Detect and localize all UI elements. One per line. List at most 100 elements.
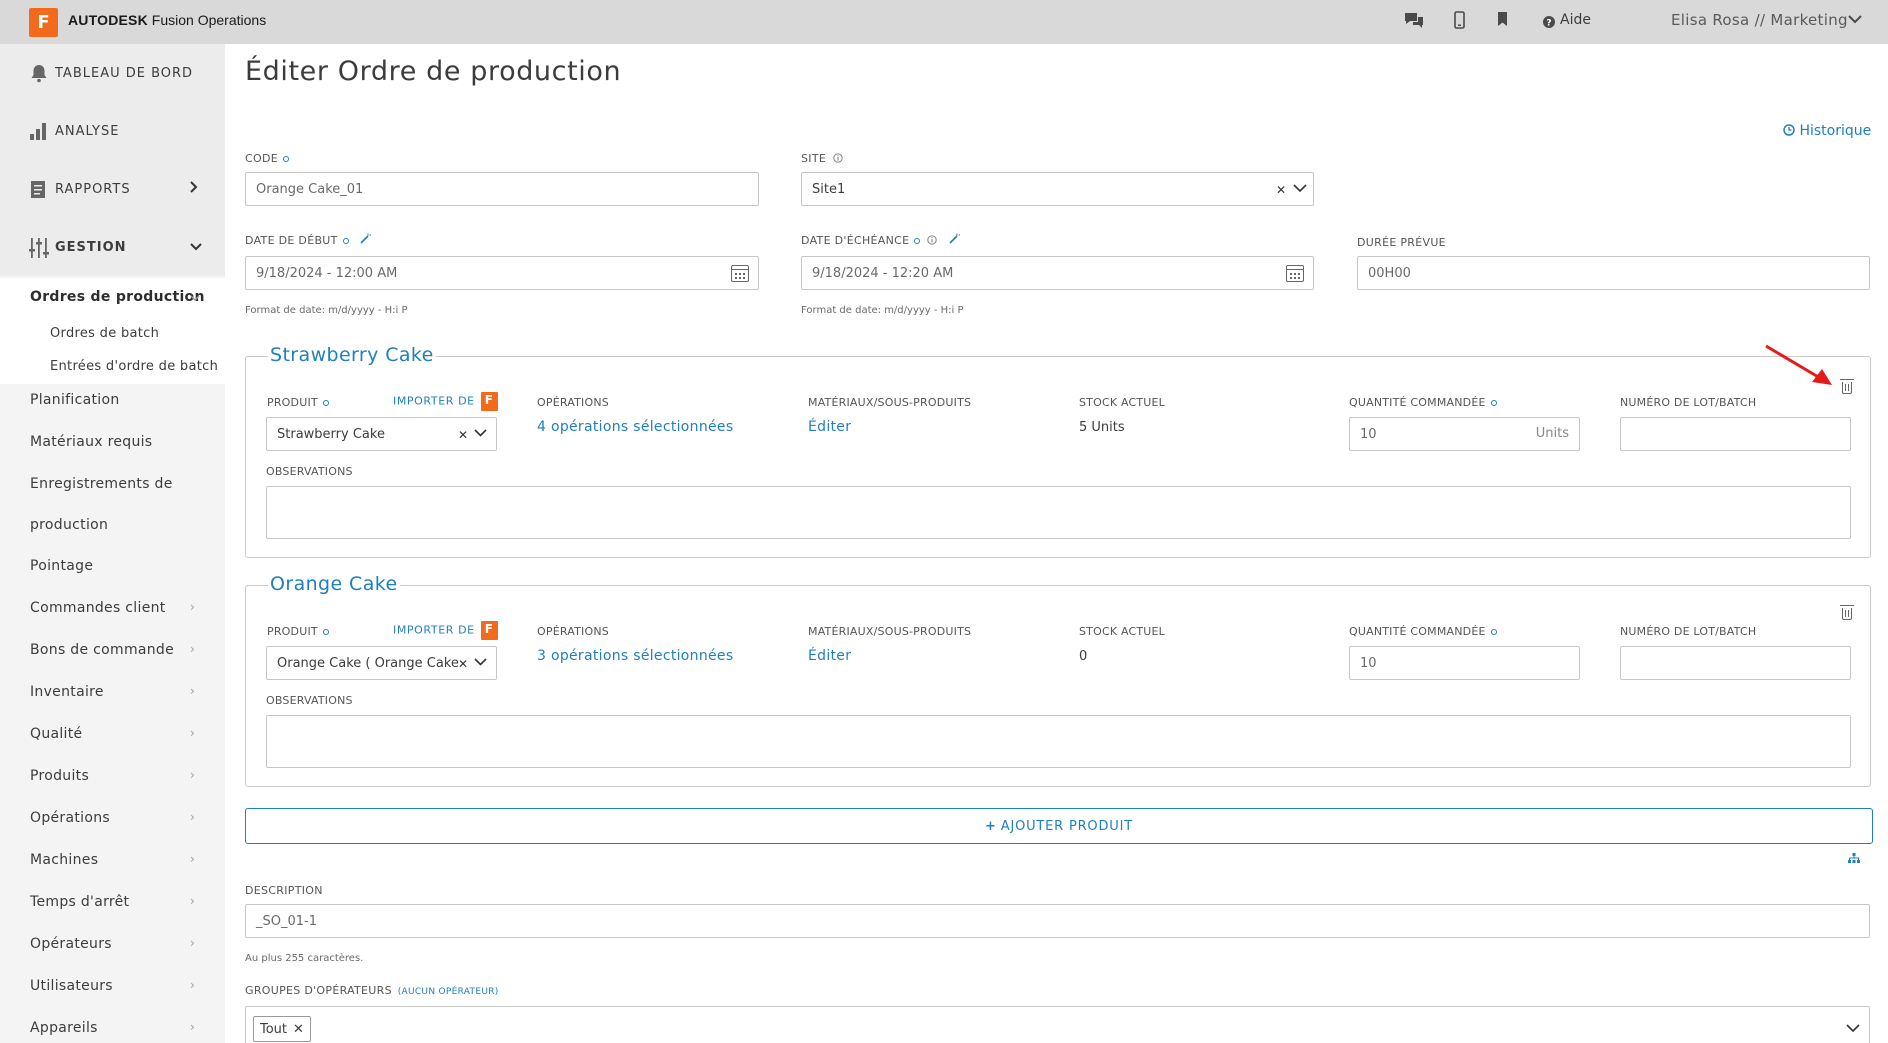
sidebar-item-operateurs[interactable]: Opérateurs ›	[30, 936, 225, 952]
materials-edit-link[interactable]: Éditer	[808, 648, 851, 664]
sidebar-subitem-ordres-batch[interactable]: Ordres de batch	[0, 318, 225, 351]
site-label: SITE	[801, 152, 843, 165]
sidebar-item-planification[interactable]: Planification	[30, 392, 120, 408]
sidebar-item-enregistrements-cont[interactable]: production	[30, 517, 108, 533]
fusion-logo[interactable]: F	[29, 8, 58, 37]
product-card: Strawberry Cake PRODUIT IMPORTER DE F Str…	[245, 344, 1871, 558]
start-date-input[interactable]: 9/18/2024 - 12:00 AM	[245, 256, 759, 290]
sidebar-item-materiaux[interactable]: Matériaux requis	[30, 434, 152, 450]
due-date-hint: Format de date: m/d/yyyy - H:i P	[801, 305, 964, 316]
chat-icon[interactable]	[1403, 11, 1425, 36]
clear-icon[interactable]: ✕	[1276, 183, 1286, 197]
sidebar-item-utilisateurs[interactable]: Utilisateurs ›	[30, 978, 225, 994]
code-label: CODE	[245, 152, 289, 165]
sidebar-item-appareils[interactable]: Appareils ›	[30, 1020, 225, 1036]
sidebar-subitem-entrees-batch[interactable]: Entrées d'ordre de batch	[0, 351, 225, 384]
materials-edit-link[interactable]: Éditer	[808, 419, 851, 435]
sidebar-item-machines[interactable]: Machines ›	[30, 852, 225, 868]
site-select[interactable]: Site1	[801, 172, 1314, 206]
add-product-button[interactable]: + AJOUTER PRODUIT	[245, 808, 1873, 844]
sidebar-item-temps-arret[interactable]: Temps d'arrêt ›	[30, 894, 225, 910]
no-operator-link[interactable]: (AUCUN OPÉRATEUR)	[398, 987, 499, 997]
quantity-input[interactable]: 10 Units	[1349, 417, 1580, 451]
chevron-right-icon: ›	[190, 600, 196, 614]
sidebar-item-pointage[interactable]: Pointage	[30, 558, 93, 574]
magic-wand-icon[interactable]	[360, 233, 372, 247]
required-icon	[322, 629, 329, 635]
lot-input[interactable]	[1620, 646, 1851, 680]
sidebar-item-commandes-client[interactable]: Commandes client ›	[30, 600, 225, 616]
tag-label: Tout	[260, 1021, 288, 1037]
product-card-title: Orange Cake	[268, 573, 400, 595]
chevron-down-icon[interactable]	[1848, 12, 1862, 28]
sidebar-section-gestion[interactable]: GESTION	[0, 218, 225, 276]
sidebar-section-analyse[interactable]: ANALYSE	[0, 102, 225, 160]
observations-textarea[interactable]	[266, 486, 1851, 539]
sidebar-item-inventaire[interactable]: Inventaire ›	[30, 684, 225, 700]
operations-link[interactable]: 4 opérations sélectionnées	[537, 419, 733, 435]
due-date-input[interactable]: 9/18/2024 - 12:20 AM	[801, 256, 1314, 290]
sidebar-item-label: Matériaux requis	[30, 434, 153, 450]
lot-input[interactable]	[1620, 417, 1851, 451]
sidebar-label-analyse: ANALYSE	[55, 123, 120, 139]
history-link[interactable]: Historique	[1783, 123, 1871, 139]
hierarchy-icon[interactable]	[1848, 852, 1860, 868]
help-icon[interactable]: ?	[1543, 13, 1555, 33]
chevron-down-icon[interactable]	[474, 656, 487, 671]
bell-icon	[29, 63, 49, 83]
brand-autodesk: AUTODESK	[68, 12, 148, 28]
sidebar-item-produits[interactable]: Produits ›	[30, 768, 225, 784]
chevron-down-icon[interactable]	[474, 427, 487, 442]
report-icon	[29, 179, 49, 199]
help-link[interactable]: Aide	[1560, 12, 1591, 28]
stock-value: 5 Units	[1079, 420, 1125, 435]
sidebar-section-dashboard[interactable]: TABLEAU DE BORD	[0, 44, 225, 102]
quantity-value: 10	[1360, 426, 1377, 442]
chevron-right-icon: ›	[190, 936, 196, 950]
sidebar-item-ordres-production[interactable]: Ordres de production	[0, 278, 225, 318]
sidebar-section-rapports[interactable]: RAPPORTS	[0, 160, 225, 218]
due-date-label: DATE D'ÉCHÉANCE	[801, 233, 961, 247]
sidebar-item-label: production	[30, 517, 109, 533]
svg-text:?: ?	[1546, 19, 1551, 29]
operator-groups-select[interactable]	[245, 1006, 1870, 1043]
chevron-right-icon: ›	[190, 978, 196, 992]
sidebar-item-enregistrements[interactable]: Enregistrements de	[30, 476, 173, 492]
import-from-fusion[interactable]: IMPORTER DE F	[393, 392, 498, 411]
sidebar-item-bons-commande[interactable]: Bons de commande ›	[30, 642, 225, 658]
chevron-right-icon: ›	[190, 768, 196, 782]
operations-link[interactable]: 3 opérations sélectionnées	[537, 648, 733, 664]
chevron-right-icon: ›	[190, 894, 196, 908]
trash-icon[interactable]	[1840, 605, 1854, 620]
quantity-unit: Units	[1535, 426, 1569, 441]
quantity-input[interactable]: 10	[1349, 646, 1580, 680]
mobile-icon[interactable]	[1454, 11, 1465, 34]
bookmark-icon[interactable]	[1497, 11, 1508, 32]
sidebar-item-qualite[interactable]: Qualité ›	[30, 726, 225, 742]
chevron-down-icon[interactable]	[1846, 1021, 1860, 1037]
sidebar-item-label: Appareils	[30, 1020, 98, 1036]
trash-icon[interactable]	[1840, 379, 1854, 394]
start-date-label: DATE DE DÉBUT	[245, 233, 372, 247]
duration-input[interactable]: 00H00	[1357, 256, 1870, 290]
calendar-icon[interactable]	[731, 265, 749, 282]
sidebar-item-label: Qualité	[30, 726, 83, 742]
observations-label: OBSERVATIONS	[266, 694, 353, 707]
sidebar-item-operations[interactable]: Opérations ›	[30, 810, 225, 826]
bar-chart-icon	[29, 121, 49, 141]
user-menu[interactable]: Elisa Rosa // Marketing	[1671, 11, 1848, 29]
magic-wand-icon[interactable]	[949, 233, 961, 247]
required-icon	[1490, 629, 1497, 635]
operator-groups-label: GROUPES D'OPÉRATEURS (AUCUN OPÉRATEUR)	[245, 984, 499, 997]
import-from-fusion[interactable]: IMPORTER DE F	[393, 621, 498, 640]
description-input[interactable]: _SO_01-1	[245, 904, 1870, 938]
clear-icon[interactable]: ✕	[458, 428, 468, 442]
chevron-down-icon[interactable]	[1293, 182, 1307, 197]
sidebar-subitem-label: Entrées d'ordre de batch	[50, 359, 219, 374]
due-date-value: 9/18/2024 - 12:20 AM	[812, 265, 954, 281]
code-input[interactable]: Orange Cake_01	[245, 172, 759, 206]
remove-tag-icon[interactable]: ✕	[293, 1022, 304, 1037]
clear-icon[interactable]: ✕	[458, 657, 468, 671]
calendar-icon[interactable]	[1286, 265, 1304, 282]
observations-textarea[interactable]	[266, 715, 1851, 768]
